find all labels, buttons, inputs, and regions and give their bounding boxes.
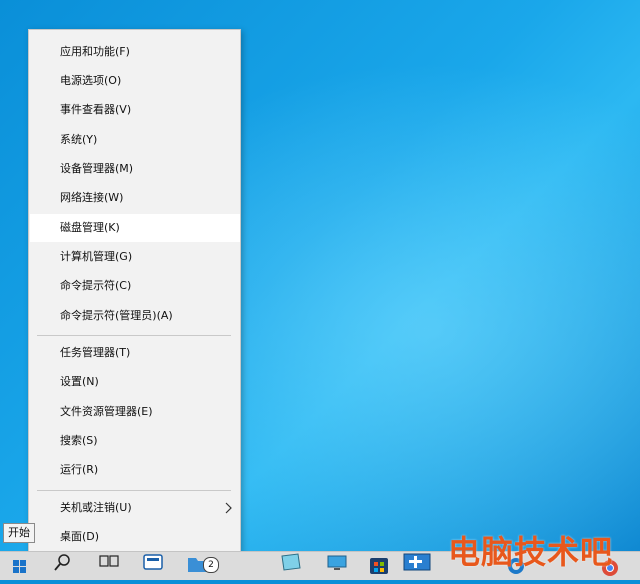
menu-item-power-options[interactable]: 电源选项(O)	[30, 67, 240, 95]
menu-item-task-manager[interactable]: 任务管理器(T)	[30, 339, 240, 367]
menu-separator	[37, 335, 231, 336]
network-icon	[327, 555, 347, 570]
menu-item-disk-management[interactable]: 磁盘管理(K)	[30, 214, 240, 242]
menu-item-command-prompt[interactable]: 命令提示符(C)	[30, 272, 240, 300]
winx-context-menu: 应用和功能(F) 电源选项(O) 事件查看器(V) 系统(Y) 设备管理器(M)…	[28, 29, 241, 553]
notification-count-badge: 2	[203, 557, 219, 573]
site-watermark: 电脑技术吧	[448, 533, 614, 571]
menu-item-system[interactable]: 系统(Y)	[30, 126, 240, 154]
menu-item-computer-management[interactable]: 计算机管理(G)	[30, 243, 240, 271]
store-icon	[370, 558, 388, 574]
menu-item-event-viewer[interactable]: 事件查看器(V)	[30, 96, 240, 124]
menu-item-network-connections[interactable]: 网络连接(W)	[30, 184, 240, 212]
notepad-button[interactable]	[270, 552, 310, 580]
menu-item-file-explorer[interactable]: 文件资源管理器(E)	[30, 398, 240, 426]
task-view-button[interactable]	[88, 552, 128, 580]
menu-item-shutdown-signout[interactable]: 关机或注销(U)	[30, 494, 240, 522]
menu-item-desktop[interactable]: 桌面(D)	[30, 523, 240, 551]
search-icon	[54, 554, 70, 571]
calendar-app-button[interactable]	[134, 552, 174, 580]
network-button[interactable]	[318, 552, 358, 580]
menu-item-apps-features[interactable]: 应用和功能(F)	[30, 38, 240, 66]
chevron-right-icon	[225, 502, 232, 514]
menu-item-search[interactable]: 搜索(S)	[30, 427, 240, 455]
task-view-icon	[99, 555, 119, 567]
search-button[interactable]	[42, 552, 82, 580]
notepad-icon	[281, 553, 301, 571]
store-button[interactable]	[360, 552, 400, 580]
menu-separator	[37, 490, 231, 491]
windows-start-icon	[13, 560, 26, 573]
calendar-app-icon	[143, 554, 163, 570]
start-tooltip: 开始	[3, 523, 35, 543]
remote-desktop-icon	[403, 553, 431, 571]
start-button[interactable]	[0, 552, 40, 580]
menu-item-settings[interactable]: 设置(N)	[30, 368, 240, 396]
menu-item-device-manager[interactable]: 设备管理器(M)	[30, 155, 240, 183]
menu-item-label: 关机或注销(U)	[60, 501, 132, 514]
menu-item-run[interactable]: 运行(R)	[30, 456, 240, 484]
menu-item-command-prompt-admin[interactable]: 命令提示符(管理员)(A)	[30, 302, 240, 330]
remote-desktop-button[interactable]	[400, 552, 440, 580]
